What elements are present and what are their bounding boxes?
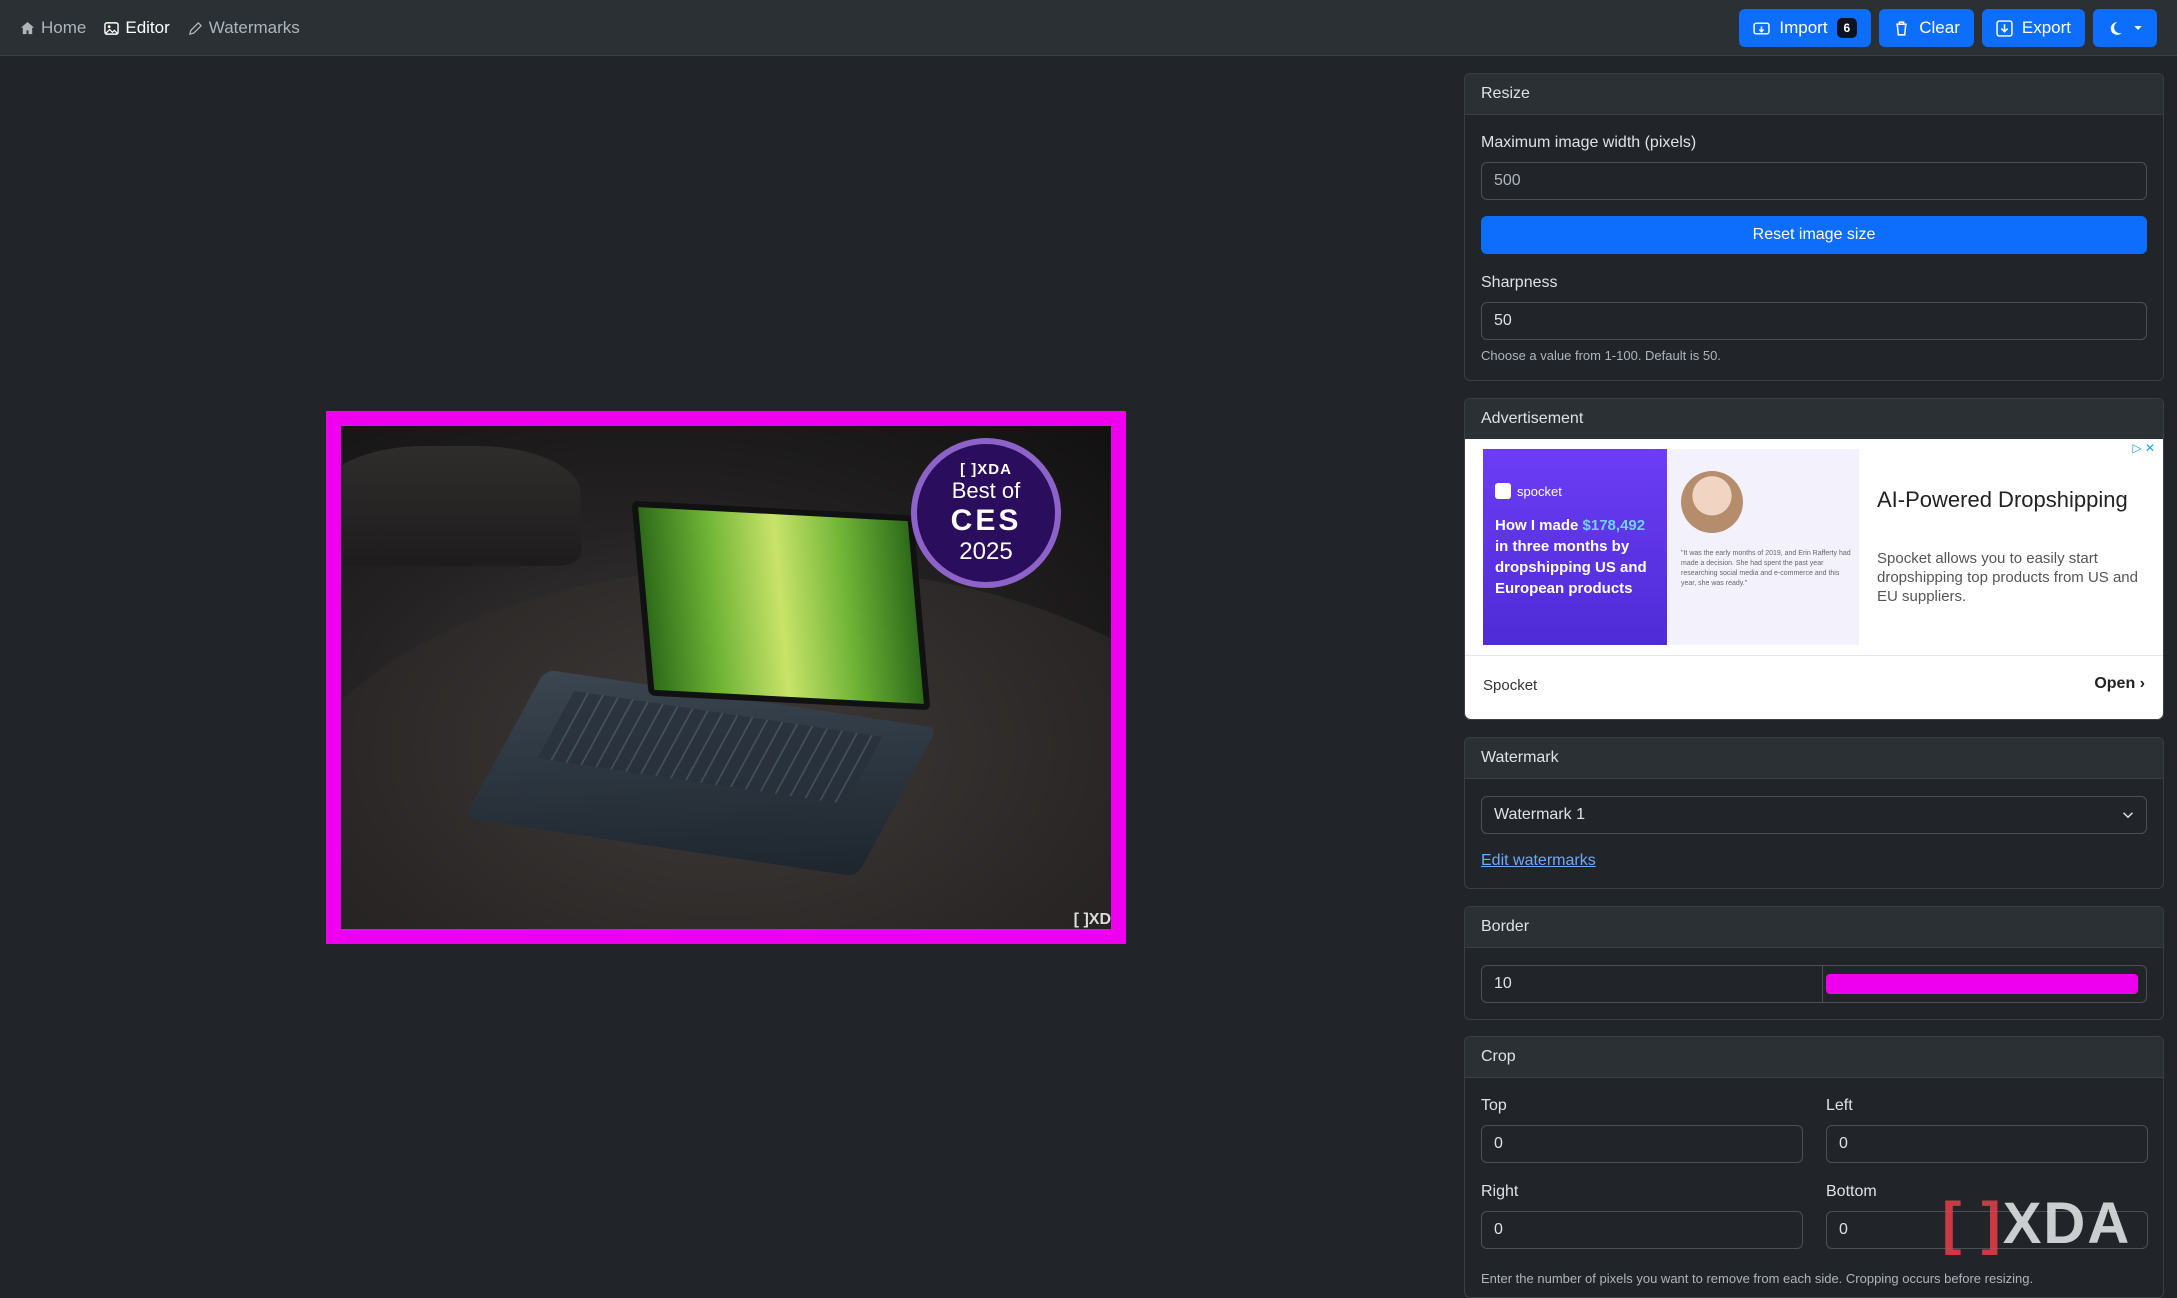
caret-down-icon bbox=[2134, 26, 2142, 30]
crop-right-label: Right bbox=[1481, 1183, 1519, 1200]
crop-panel-title: Crop bbox=[1465, 1037, 2163, 1078]
ad-headline: How I made $178,492 in three months by d… bbox=[1495, 515, 1655, 599]
download-icon bbox=[1996, 19, 2013, 37]
ad-sponsor: Spocket bbox=[1483, 677, 1538, 694]
edit-watermarks-link[interactable]: Edit watermarks bbox=[1481, 852, 1596, 870]
reset-image-size-button[interactable]: Reset image size bbox=[1481, 216, 2147, 254]
pencil-icon bbox=[188, 21, 202, 35]
top-navbar: Home Editor Watermarks Import 6 Clear Ex… bbox=[0, 0, 2177, 56]
ad-open-button[interactable]: Open › bbox=[2094, 675, 2145, 693]
ad-quote-card: "It was the early months of 2019, and Er… bbox=[1667, 449, 1859, 645]
crop-top-label: Top bbox=[1481, 1097, 1507, 1114]
border-panel: Border 10 bbox=[1464, 906, 2164, 1020]
corner-watermark: [ ]XD bbox=[1073, 911, 1111, 928]
nav-home[interactable]: Home bbox=[20, 18, 86, 38]
avatar bbox=[1681, 471, 1743, 533]
ces-badge: [ ]XDA Best of CES 2025 bbox=[911, 438, 1061, 588]
nav-home-label: Home bbox=[41, 18, 87, 37]
moon-icon bbox=[2110, 21, 2122, 35]
ad-content[interactable]: ▷ ✕ spocket How I made $178,492 in three… bbox=[1465, 439, 2163, 719]
theme-toggle-button[interactable] bbox=[2093, 9, 2157, 47]
watermark-panel-title: Watermark bbox=[1465, 738, 2163, 779]
image-icon bbox=[104, 21, 120, 35]
ad-headline-amount: $178,492 bbox=[1582, 517, 1646, 534]
border-color-picker[interactable] bbox=[1826, 974, 2138, 994]
sharpness-input[interactable]: 50 bbox=[1481, 302, 2147, 340]
adchoices-icon[interactable]: ▷ ✕ bbox=[2132, 441, 2155, 455]
watermark-selected: Watermark 1 bbox=[1494, 806, 1585, 823]
badge-brand: [ ]XDA bbox=[960, 460, 1012, 478]
export-button[interactable]: Export bbox=[1981, 9, 2085, 47]
watermark-select[interactable]: Watermark 1 bbox=[1481, 796, 2147, 834]
chevron-right-icon: › bbox=[2139, 675, 2145, 692]
nav-editor[interactable]: Editor bbox=[104, 18, 170, 38]
chair-shape bbox=[341, 446, 581, 566]
ad-title[interactable]: AI-Powered Dropshipping bbox=[1877, 487, 2128, 513]
clear-button[interactable]: Clear bbox=[1879, 9, 1974, 47]
resize-panel: Resize Maximum image width (pixels) 500 … bbox=[1464, 73, 2164, 381]
image-preview-border: [ ]XDA Best of CES 2025 [ ]XD bbox=[326, 411, 1126, 944]
chevron-down-icon bbox=[2122, 812, 2134, 819]
screen-wallpaper bbox=[638, 507, 924, 704]
sharpness-label: Sharpness bbox=[1481, 274, 1558, 291]
import-icon bbox=[1753, 21, 1771, 35]
nav-editor-label: Editor bbox=[125, 18, 170, 37]
border-width-input[interactable]: 10 bbox=[1494, 975, 1512, 993]
crop-help: Enter the number of pixels you want to r… bbox=[1481, 1271, 2034, 1286]
crop-bottom-label: Bottom bbox=[1826, 1183, 1877, 1200]
import-label: Import bbox=[1779, 18, 1828, 37]
ad-divider bbox=[1465, 655, 2163, 656]
input-divider bbox=[1822, 966, 1823, 1002]
crop-top-input[interactable]: 0 bbox=[1481, 1125, 1803, 1163]
border-panel-title: Border bbox=[1465, 907, 2163, 948]
import-count-badge: 6 bbox=[1836, 18, 1858, 38]
import-button[interactable]: Import 6 bbox=[1739, 9, 1872, 47]
ad-headline-post: in three months by dropshipping US and E… bbox=[1495, 538, 1647, 597]
crop-left-input[interactable]: 0 bbox=[1826, 1125, 2148, 1163]
xda-logo-text: XDA bbox=[2002, 1191, 2132, 1256]
sharpness-help: Choose a value from 1-100. Default is 50… bbox=[1481, 348, 1721, 363]
max-width-input[interactable]: 500 bbox=[1481, 162, 2147, 200]
nav-watermarks[interactable]: Watermarks bbox=[188, 18, 300, 38]
crop-left-label: Left bbox=[1826, 1097, 1853, 1114]
ad-open-label: Open bbox=[2094, 675, 2136, 692]
home-icon bbox=[20, 21, 35, 34]
ad-description: Spocket allows you to easily start drops… bbox=[1877, 550, 2138, 605]
xda-bracket-icon: [ ] bbox=[1942, 1191, 2003, 1256]
advertisement-panel: Advertisement ▷ ✕ spocket How I made $17… bbox=[1464, 398, 2164, 720]
resize-panel-title: Resize bbox=[1465, 74, 2163, 115]
badge-line2: CES bbox=[950, 503, 1022, 537]
ad-creative[interactable]: spocket How I made $178,492 in three mon… bbox=[1483, 449, 1667, 645]
max-width-label: Maximum image width (pixels) bbox=[1481, 134, 1697, 151]
nav-links: Home Editor Watermarks bbox=[20, 0, 300, 56]
crop-panel: Crop Top 0 Left 0 Right 0 Bottom 0 Enter… bbox=[1464, 1036, 2164, 1298]
export-label: Export bbox=[2021, 18, 2071, 37]
ad-brand-label: spocket bbox=[1517, 483, 1562, 499]
crop-right-input[interactable]: 0 bbox=[1481, 1211, 1803, 1249]
toolbar: Import 6 Clear Export bbox=[1739, 9, 2157, 47]
badge-line3: 2025 bbox=[959, 537, 1013, 565]
spocket-logo-icon bbox=[1495, 483, 1511, 499]
nav-watermarks-label: Watermarks bbox=[208, 18, 300, 37]
clear-label: Clear bbox=[1919, 18, 1960, 37]
laptop-screen bbox=[631, 500, 931, 711]
ad-headline-pre: How I made bbox=[1495, 517, 1583, 534]
badge-line1: Best of bbox=[951, 477, 1021, 503]
trash-icon bbox=[1896, 20, 1908, 36]
advertisement-panel-title: Advertisement bbox=[1465, 399, 2163, 440]
watermark-panel: Watermark Watermark 1 Edit watermarks bbox=[1464, 737, 2164, 889]
border-input-group: 10 bbox=[1481, 965, 2147, 1003]
xda-logo: [ ]XDA bbox=[1942, 1190, 2131, 1257]
ad-brand: spocket bbox=[1495, 483, 1655, 499]
ad-quote-text: "It was the early months of 2019, and Er… bbox=[1681, 550, 1851, 587]
image-preview[interactable]: [ ]XDA Best of CES 2025 [ ]XD bbox=[341, 426, 1111, 929]
